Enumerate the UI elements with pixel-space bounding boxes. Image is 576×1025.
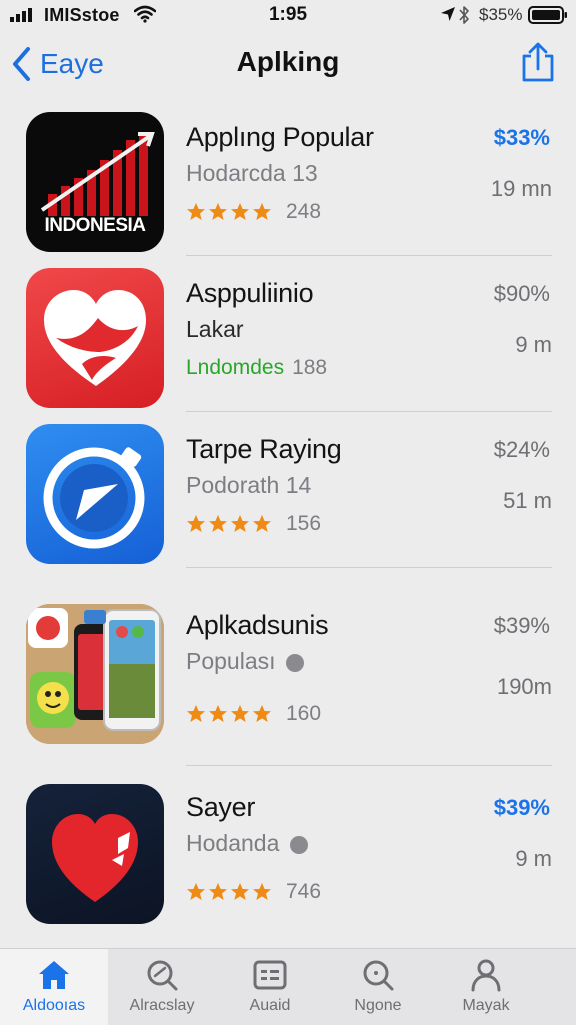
app-developer: Podorath 14 <box>186 472 312 498</box>
app-name: Sayer <box>186 792 256 822</box>
battery-icon <box>528 6 567 24</box>
bluetooth-icon <box>459 6 469 24</box>
app-size: 9 m <box>515 332 552 357</box>
star-icon <box>209 883 227 900</box>
app-size: 190m <box>496 674 552 699</box>
navigation-bar: Eaye Aplking <box>0 32 576 98</box>
app-developer: Populası <box>186 648 304 675</box>
app-row[interactable]: Tarpe Raying Podorath 14 156 $24% 51 m <box>0 412 576 568</box>
star-rating <box>186 514 274 534</box>
app-price[interactable]: $39% <box>494 613 550 639</box>
app-rating: 746 <box>186 880 321 904</box>
tab-home[interactable]: Aldooıas <box>0 949 108 1025</box>
home-icon <box>39 961 69 989</box>
magnifier-icon <box>363 960 394 991</box>
app-price[interactable]: $33% <box>494 125 550 151</box>
app-price[interactable]: $24% <box>494 437 550 463</box>
tab-label: Alracslay <box>129 997 195 1014</box>
app-name: Applıng Popular <box>186 122 374 152</box>
app-row[interactable]: Aplkadsunis Populası 160 $39% 190m <box>0 588 576 766</box>
location-arrow-icon <box>441 7 455 21</box>
tab-label: Mayak <box>462 997 510 1014</box>
star-icon <box>187 883 205 900</box>
person-icon <box>471 959 501 992</box>
badge-icon <box>289 835 308 854</box>
app-name: Tarpe Raying <box>186 434 342 464</box>
tab-list[interactable]: Auaid <box>216 949 324 1025</box>
rating-count: 188 <box>292 356 328 379</box>
developer-name: Hodanda <box>186 830 280 856</box>
icon-brand-text: INDONESIA <box>44 215 146 236</box>
star-icon <box>231 705 249 722</box>
status-bar: IMISstoe 1:95 $35% <box>0 0 576 32</box>
star-icon <box>231 203 249 220</box>
star-icon <box>209 515 227 532</box>
star-rating <box>186 882 274 902</box>
play-record-icon <box>26 424 164 564</box>
badge-icon <box>285 653 304 672</box>
star-icon <box>209 705 227 722</box>
developer-name: Populası <box>186 648 276 674</box>
star-icon <box>209 203 227 220</box>
rating-count: 746 <box>286 880 322 903</box>
star-rating <box>186 704 274 724</box>
app-developer: Hodarcda 13 <box>186 160 318 186</box>
star-icon <box>253 203 271 220</box>
star-icon <box>253 705 271 722</box>
star-icon <box>187 203 205 220</box>
heart-bird-icon <box>26 268 164 408</box>
red-heart-icon <box>26 784 164 924</box>
app-price[interactable]: $90% <box>494 281 550 307</box>
star-icon <box>253 883 271 900</box>
app-rating: 160 <box>186 702 321 726</box>
indonesia-chart-icon: INDONESIA <box>26 112 164 252</box>
app-row[interactable]: INDONESIA Applıng Popular Hodarcda 13 24… <box>0 100 576 256</box>
battery-percentage: $35% <box>479 5 523 24</box>
divider <box>186 765 552 766</box>
star-icon <box>231 883 249 900</box>
app-size: 19 mn <box>490 176 552 201</box>
app-size: 51 m <box>503 488 552 513</box>
app-rating: Lndomdes 188 <box>186 356 327 380</box>
app-size: 9 m <box>515 846 552 871</box>
tab-search[interactable]: Ngone <box>324 949 432 1025</box>
rating-count: 160 <box>286 702 322 725</box>
app-tag: Lndomdes <box>186 356 285 379</box>
star-rating <box>186 202 274 222</box>
star-icon <box>187 515 205 532</box>
tab-profile[interactable]: Mayak <box>432 949 540 1025</box>
rating-count: 248 <box>286 200 322 223</box>
tab-bar: Aldooıas Alracslay Auaid Ngone Mayak <box>0 948 576 1025</box>
app-developer: Lakar <box>186 316 244 342</box>
app-price[interactable]: $39% <box>494 795 550 821</box>
star-icon <box>187 705 205 722</box>
rating-count: 156 <box>286 512 322 535</box>
app-name: Aplkadsunis <box>186 610 329 640</box>
star-icon <box>253 515 271 532</box>
tab-label: Auaid <box>249 997 291 1014</box>
star-icon <box>231 515 249 532</box>
list-card-icon <box>253 960 287 990</box>
divider <box>186 567 552 568</box>
phone-collage-icon <box>26 604 164 744</box>
app-row[interactable]: Asppuliinio Lakar Lndomdes 188 $90% 9 m <box>0 256 576 412</box>
app-developer: Hodanda <box>186 830 308 857</box>
share-icon[interactable] <box>518 42 558 84</box>
search-refresh-icon <box>147 960 178 991</box>
tab-label: Ngone <box>354 997 402 1014</box>
app-row[interactable]: Sayer Hodanda 746 $39% 9 m <box>0 770 576 946</box>
tab-search-refresh[interactable]: Alracslay <box>108 949 216 1025</box>
app-name: Asppuliinio <box>186 278 314 308</box>
app-rating: 248 <box>186 200 321 224</box>
tab-label: Aldooıas <box>22 997 86 1014</box>
page-title: Aplking <box>236 46 340 77</box>
app-rating: 156 <box>186 512 321 536</box>
